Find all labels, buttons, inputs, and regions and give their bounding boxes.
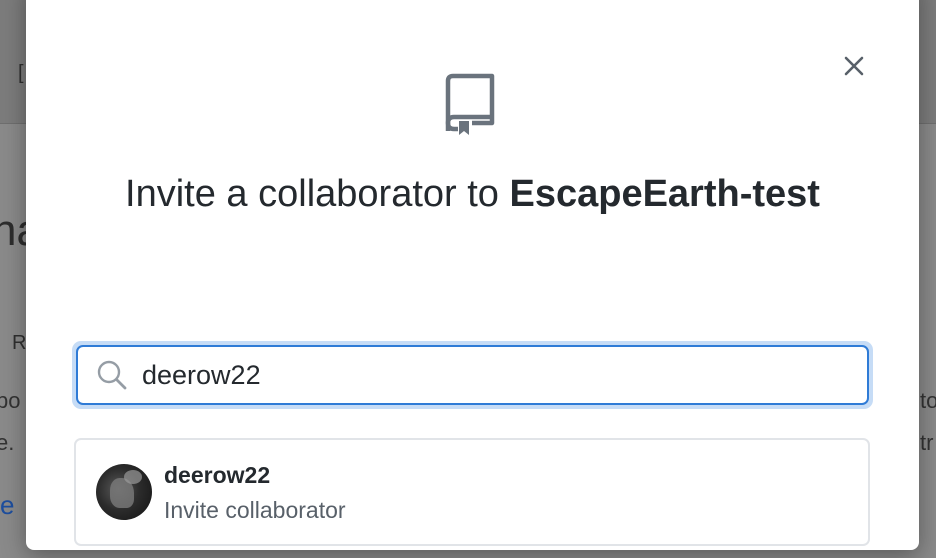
avatar: [96, 464, 152, 520]
search-icon: [97, 360, 127, 390]
title-prefix: Invite a collaborator to: [125, 173, 510, 215]
invite-collaborator-dialog: Invite a collaborator to EscapeEarth-tes…: [26, 0, 919, 550]
search-input[interactable]: [142, 359, 822, 391]
search-field[interactable]: [76, 345, 869, 405]
background-link[interactable]: e: [0, 490, 14, 521]
user-suggestion-item[interactable]: deerow22 Invite collaborator: [74, 438, 870, 546]
invite-collaborator-label: Invite collaborator: [164, 497, 346, 523]
background-text: [: [18, 62, 24, 84]
background-text: R: [12, 332, 27, 354]
suggestion-username: deerow22: [164, 462, 271, 488]
close-icon: [844, 56, 864, 76]
repo-icon: [445, 73, 495, 135]
background-text: po: [0, 388, 21, 413]
background-text: to: [920, 388, 936, 413]
background-text: tr: [920, 430, 934, 455]
repo-name: EscapeEarth-test: [509, 173, 820, 215]
background-text: e.: [0, 430, 15, 455]
close-button[interactable]: [834, 46, 874, 86]
search-focus-ring: [72, 341, 873, 409]
dialog-title: Invite a collaborator to EscapeEarth-tes…: [66, 164, 879, 224]
